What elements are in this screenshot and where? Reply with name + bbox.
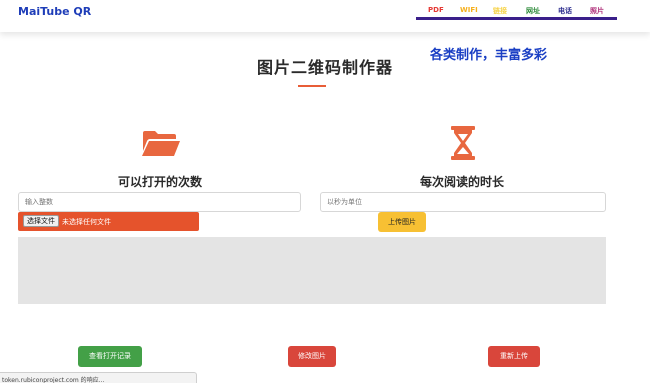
nav-item-wifi[interactable]: WIFI xyxy=(460,6,478,14)
top-navbar: MaiTube QR PDF WIFI 链接 网址 电话 照片 xyxy=(0,0,650,32)
view-log-button[interactable]: 查看打开记录 xyxy=(78,346,142,367)
file-input[interactable]: 选择文件 未选择任何文件 xyxy=(18,212,199,231)
site-logo[interactable]: MaiTube QR xyxy=(18,5,91,18)
nav-item-url[interactable]: 网址 xyxy=(526,6,540,16)
title-underline xyxy=(298,85,326,87)
hourglass-icon xyxy=(451,126,475,160)
upload-image-button[interactable]: 上传图片 xyxy=(378,212,426,232)
nav-item-pdf[interactable]: PDF xyxy=(428,6,444,14)
slogan-text: 各类制作，丰富多彩 xyxy=(430,48,548,63)
nav-item-photo[interactable]: 照片 xyxy=(590,6,604,16)
open-count-input[interactable] xyxy=(18,192,301,212)
page-title: 图片二维码制作器 xyxy=(256,58,393,77)
choose-file-button[interactable]: 选择文件 xyxy=(23,215,59,227)
image-preview-area xyxy=(18,237,606,304)
nav-item-link[interactable]: 链接 xyxy=(493,6,507,16)
reupload-button[interactable]: 重新上传 xyxy=(488,346,540,367)
edit-image-button[interactable]: 修改图片 xyxy=(288,346,336,367)
open-count-label: 可以打开的次数 xyxy=(117,175,202,189)
folder-open-icon xyxy=(142,131,180,156)
read-duration-label: 每次阅读的时长 xyxy=(419,175,504,189)
nav-item-phone[interactable]: 电话 xyxy=(558,6,572,16)
browser-status-bar: token.rubiconproject.com 的响应... xyxy=(0,372,197,383)
read-duration-input[interactable] xyxy=(320,192,606,212)
file-status-text: 未选择任何文件 xyxy=(62,218,111,226)
nav-menu: PDF WIFI 链接 网址 电话 照片 xyxy=(416,4,617,20)
